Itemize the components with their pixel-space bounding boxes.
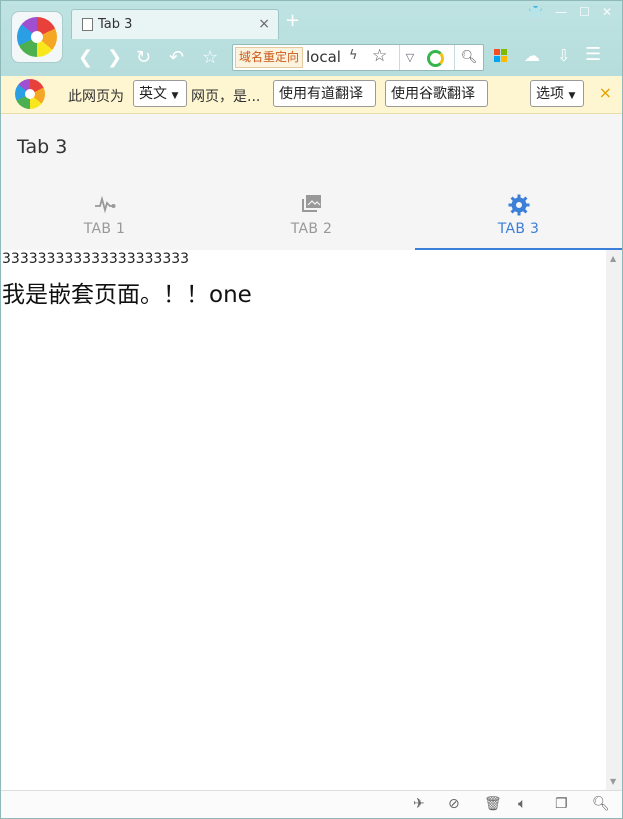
language-select[interactable]: 英文 ▼: [133, 80, 187, 107]
tab-1-label: TAB 1: [83, 221, 126, 237]
chevron-down-icon: ▼: [171, 91, 179, 101]
chevron-down-icon: ▼: [568, 91, 576, 101]
browser-window: Tab 3 × + 👕 — ☐ ✕ ❮ ❯ ↻ ↶ ☆ 域名重定向 local …: [0, 0, 623, 819]
pin-icon[interactable]: ✈: [413, 796, 425, 812]
options-button-label: 选项: [536, 86, 564, 102]
window-controls: 👕 — ☐ ✕: [528, 5, 612, 19]
tab-2[interactable]: TAB 2: [208, 182, 415, 250]
pulse-icon: [1, 194, 208, 214]
minimize-icon[interactable]: —: [555, 5, 567, 19]
tab-3[interactable]: TAB 3: [415, 182, 622, 250]
address-bar[interactable]: 域名重定向 local ϟ ☆ ▽ 🔍︎: [232, 44, 484, 71]
tab-1[interactable]: TAB 1: [1, 182, 208, 250]
forward-icon[interactable]: ❯: [107, 47, 122, 68]
shirt-icon[interactable]: 👕: [528, 5, 543, 19]
no-image-icon[interactable]: ⊘: [448, 796, 460, 812]
volume-icon[interactable]: 🔈︎: [518, 796, 526, 812]
back-icon[interactable]: ❮: [78, 47, 93, 68]
language-select-label: 英文: [139, 86, 167, 102]
app-tab-bar: TAB 1 TAB 2 TAB 3: [1, 182, 622, 250]
browser-logo[interactable]: [11, 11, 63, 63]
document-icon: [82, 18, 93, 31]
search-engine-icon[interactable]: [427, 50, 444, 67]
apps-icon[interactable]: [494, 49, 508, 63]
close-icon[interactable]: ✕: [602, 5, 612, 19]
content-line-2: 我是嵌套页面。！！one: [2, 282, 252, 308]
zoom-icon[interactable]: 🔍︎: [592, 796, 610, 812]
options-button[interactable]: 选项 ▼: [530, 80, 584, 107]
window-icon[interactable]: ❐: [555, 796, 568, 812]
translate-bar: 此网页为 英文 ▼ 网页，是... 使用有道翻译 使用谷歌翻译 选项 ▼ ×: [1, 76, 622, 114]
bookmark-star-icon[interactable]: ☆: [372, 46, 387, 66]
scroll-down-icon[interactable]: ▼: [610, 777, 616, 786]
youdao-translate-button[interactable]: 使用有道翻译: [273, 80, 376, 107]
new-tab-button[interactable]: +: [285, 12, 300, 30]
cloud-icon[interactable]: ☁: [524, 46, 540, 65]
app-header: Tab 3: [1, 114, 622, 182]
google-translate-button[interactable]: 使用谷歌翻译: [385, 80, 488, 107]
undo-icon[interactable]: ↶: [169, 47, 184, 68]
address-dropdown-icon[interactable]: ▽: [399, 45, 420, 70]
album-icon: [208, 194, 415, 214]
tab-2-label: TAB 2: [290, 221, 333, 237]
browser-logo-icon: [17, 17, 57, 57]
content-line-1: 333333333333333333333: [2, 251, 190, 267]
browser-tab-active[interactable]: Tab 3 ×: [71, 9, 279, 39]
menu-icon[interactable]: ☰: [585, 44, 601, 65]
page-title: Tab 3: [17, 136, 68, 158]
translate-logo-icon: [15, 79, 45, 109]
search-icon[interactable]: 🔍︎: [454, 45, 483, 70]
home-star-icon[interactable]: ☆: [202, 47, 218, 68]
trash-icon[interactable]: 🗑︎: [484, 796, 502, 812]
translate-logo: [15, 79, 45, 109]
browser-tab-title: Tab 3: [98, 17, 133, 32]
browser-titlebar: Tab 3 × + 👕 — ☐ ✕ ❮ ❯ ↻ ↶ ☆ 域名重定向 local …: [1, 1, 622, 76]
lightning-icon[interactable]: ϟ: [349, 48, 358, 63]
tab-close-button[interactable]: ×: [258, 16, 270, 32]
vertical-scrollbar[interactable]: ▲ ▼: [606, 250, 622, 790]
refresh-icon[interactable]: ↻: [136, 47, 151, 68]
redirect-badge[interactable]: 域名重定向: [235, 47, 304, 68]
translate-prefix: 此网页为: [68, 89, 124, 105]
translate-close-button[interactable]: ×: [599, 83, 612, 102]
tab-3-label: TAB 3: [497, 221, 540, 237]
nested-page-content: 333333333333333333333 我是嵌套页面。！！one: [1, 250, 606, 790]
scroll-up-icon[interactable]: ▲: [610, 254, 616, 263]
url-text[interactable]: local: [306, 48, 341, 66]
download-icon[interactable]: ⇩: [557, 46, 570, 65]
translate-middle: 网页，是...: [191, 89, 261, 105]
maximize-icon[interactable]: ☐: [579, 5, 590, 19]
gear-icon: [415, 194, 622, 216]
status-bar: ✈ ⊘ 🗑︎ 🔈︎ ❐ 🔍︎: [1, 790, 622, 818]
